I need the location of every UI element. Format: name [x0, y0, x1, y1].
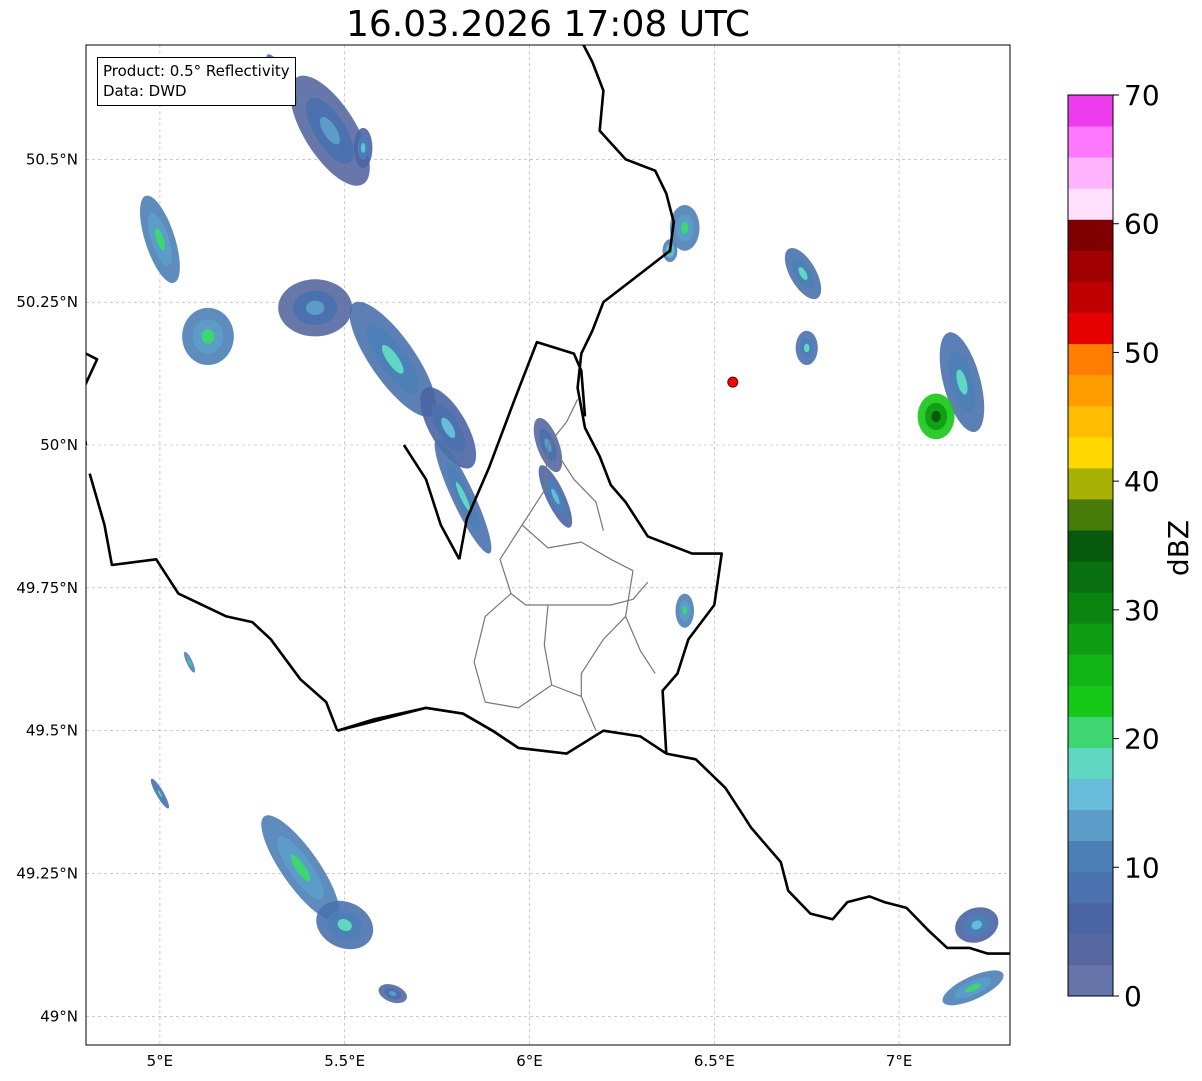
colorbar-tick-label: 50 [1124, 336, 1160, 369]
y-tick-label: 50°N [40, 436, 78, 454]
colorbar-segment [1068, 467, 1113, 500]
radar-map-figure: 5°E 5.5°E 6°E 6.5°E 7°E 50.5°N 50.25°N 50°N 49.7… [16, 44, 1195, 1070]
colorbar-segment [1068, 95, 1113, 127]
colorbar-segment [1068, 561, 1113, 593]
colorbar-segment [1068, 405, 1113, 438]
precip-cell [917, 393, 955, 440]
radar-site-marker [727, 376, 739, 388]
x-tick-label: 6°E [516, 1052, 543, 1070]
colorbar-tick-label: 40 [1124, 465, 1160, 498]
colorbar-segment [1068, 871, 1113, 904]
colorbar-tick-label: 0 [1124, 980, 1142, 1013]
colorbar-segment [1068, 902, 1113, 935]
data-source-label: Data: DWD [103, 82, 187, 100]
colorbar-segment [1068, 374, 1113, 407]
y-tick-label: 50.25°N [16, 293, 78, 311]
colorbar-segment [1068, 778, 1113, 811]
colorbar-segment [1068, 964, 1113, 997]
precip-cell [353, 127, 373, 168]
colorbar-tick-label: 60 [1124, 208, 1160, 241]
y-tick-label: 50.5°N [26, 150, 78, 168]
colorbar-segment [1068, 250, 1113, 282]
x-tick-label: 5.5°E [324, 1052, 365, 1070]
colorbar-segment [1068, 685, 1113, 717]
colorbar-tick-label: 20 [1124, 723, 1160, 756]
product-label: Product: 0.5° Reflectivity [103, 62, 290, 80]
precip-cell-peak [931, 410, 941, 423]
precip-cell-peak [201, 329, 215, 344]
colorbar-segment [1068, 809, 1113, 842]
y-tick-label: 49.75°N [16, 579, 78, 597]
x-tick-label: 5°E [147, 1052, 174, 1070]
precip-cell-peak [682, 606, 688, 615]
colorbar-segment [1068, 219, 1113, 251]
precip-cell [182, 307, 234, 365]
y-tick-label: 49.25°N [16, 865, 78, 883]
colorbar-segment [1068, 126, 1113, 158]
colorbar-label: dBZ [1162, 520, 1195, 576]
colorbar-tick-label: 30 [1124, 594, 1160, 627]
colorbar-segment [1068, 716, 1113, 748]
x-tick-label: 7°E [886, 1052, 913, 1070]
colorbar-segment [1068, 343, 1113, 376]
colorbar-segment [1068, 747, 1113, 780]
colorbar-segment [1068, 654, 1113, 686]
colorbar-segment [1068, 623, 1113, 655]
colorbar-segment [1068, 188, 1113, 220]
radar-site-layer [727, 376, 739, 388]
precip-cell-peak [360, 142, 366, 153]
y-tick-label: 49°N [40, 1007, 78, 1025]
colorbar-segment [1068, 529, 1113, 562]
precip-cell-peak [681, 222, 689, 234]
precip-cell [675, 593, 694, 628]
colorbar-segment [1068, 498, 1113, 531]
colorbar-segment [1068, 592, 1113, 624]
colorbar-segment [1068, 157, 1113, 189]
colorbar-segment [1068, 281, 1113, 313]
colorbar-tick-label: 70 [1124, 79, 1160, 112]
y-tick-label: 49.5°N [26, 722, 78, 740]
precip-cell [278, 279, 353, 337]
precip-cell-peak [305, 300, 325, 315]
colorbar-segment [1068, 840, 1113, 873]
precip-cell [795, 330, 818, 365]
colorbar-segment [1068, 933, 1113, 966]
colorbar-tick-label: 10 [1124, 851, 1160, 884]
colorbar-segment [1068, 436, 1113, 469]
x-tick-label: 6.5°E [694, 1052, 735, 1070]
precip-cell-peak [803, 343, 810, 353]
colorbar: 0 10 20 30 40 50 60 70 [1067, 79, 1160, 1013]
info-box: Product: 0.5° Reflectivity Data: DWD [97, 57, 296, 106]
colorbar-segment [1068, 312, 1113, 345]
map-background [86, 45, 1010, 1045]
